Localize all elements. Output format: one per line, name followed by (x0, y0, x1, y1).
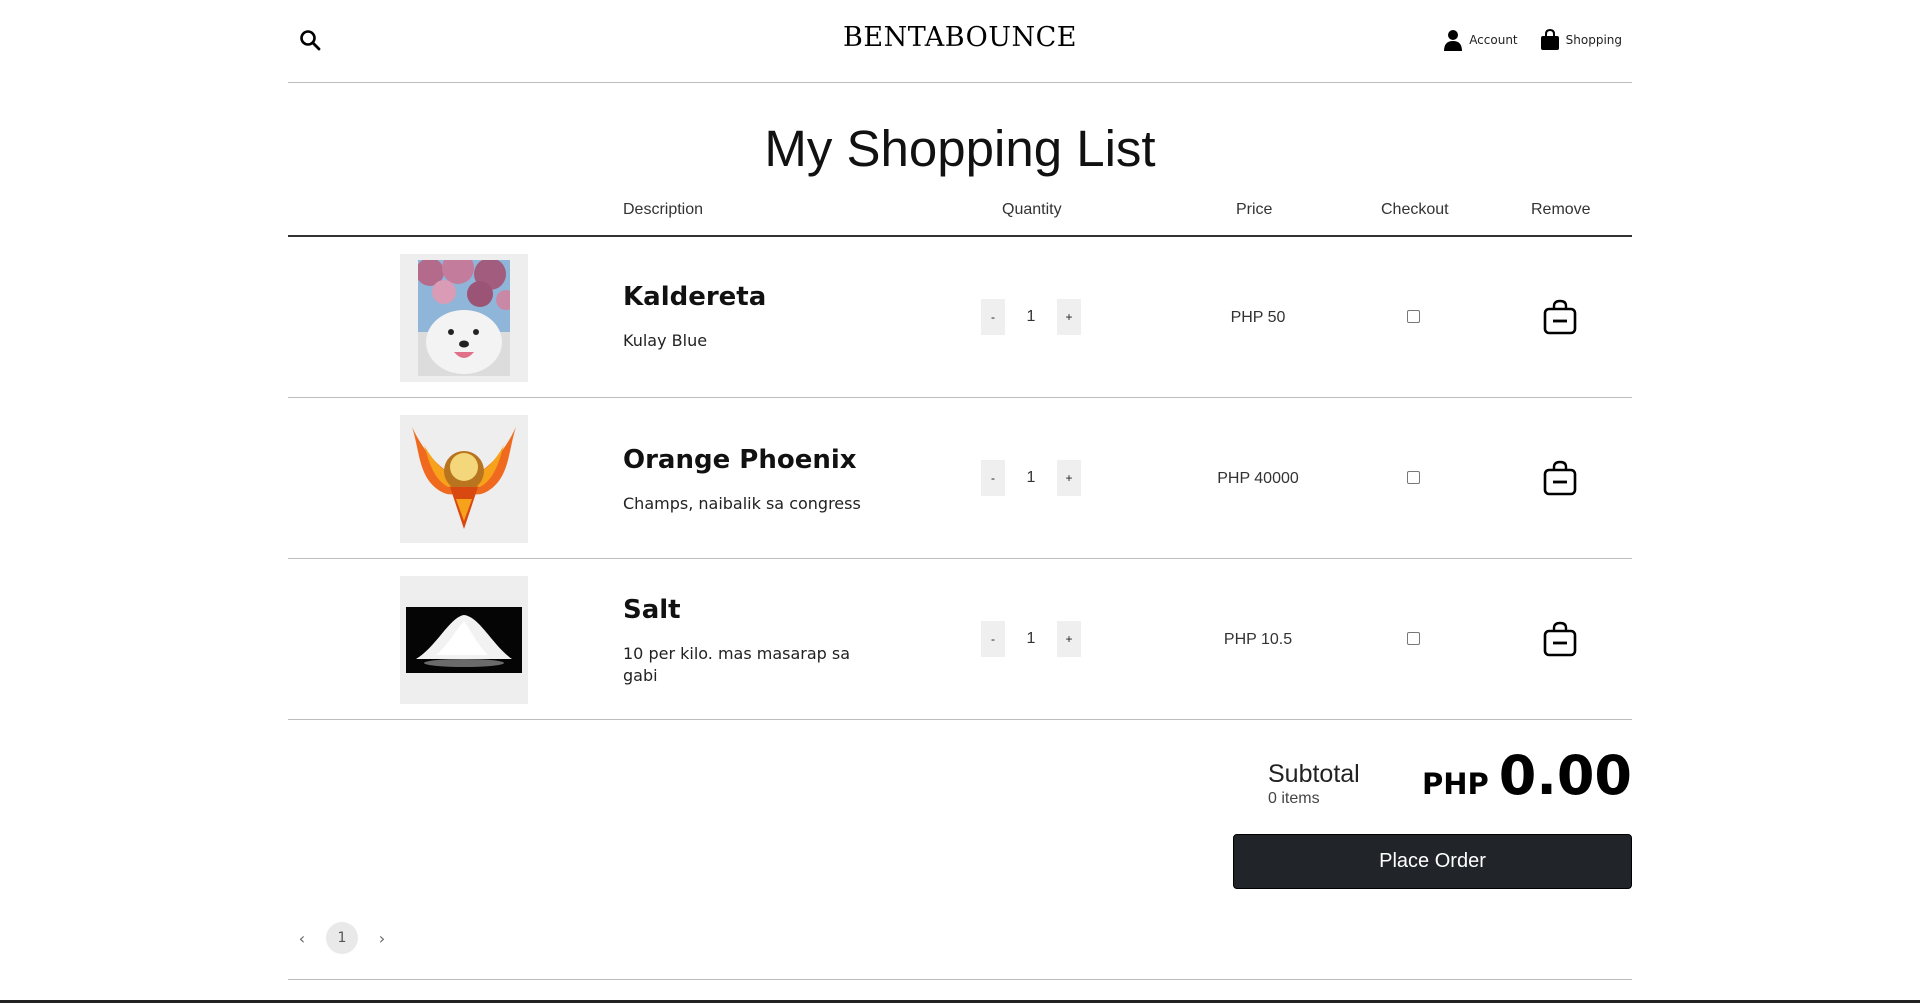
column-checkout: Checkout (1381, 201, 1449, 218)
top-navbar: BENTABOUNCE Account Shopping (288, 0, 1632, 83)
amount-value: 0.00 (1498, 744, 1632, 807)
item-description: Kaldereta Kulay Blue (623, 282, 863, 352)
column-description: Description (623, 201, 704, 218)
quantity-stepper: - 1 + (981, 621, 1081, 657)
increase-button[interactable]: + (1057, 621, 1081, 657)
table-header: Description Quantity Price Checkout Remo… (288, 193, 1632, 237)
product-image (400, 254, 528, 382)
quantity-stepper: - 1 + (981, 460, 1081, 496)
order-summary: Subtotal 0 items PHP 0.00 Place Order (288, 720, 1632, 930)
items-count: 0 items (1268, 790, 1320, 807)
item-variant: Champs, naibalik sa congress (623, 494, 861, 513)
pagination: ‹ 1 › (288, 922, 396, 954)
page-title: My Shopping List (764, 120, 1156, 177)
column-quantity: Quantity (1002, 201, 1062, 218)
product-image (400, 576, 528, 704)
decrease-button[interactable]: - (981, 299, 1005, 335)
remove-bag-icon[interactable] (1540, 619, 1580, 659)
column-remove: Remove (1531, 201, 1591, 218)
remove-bag-icon[interactable] (1540, 458, 1580, 498)
samoyed-dog-photo (418, 260, 510, 376)
quantity-value: 1 (1026, 469, 1036, 486)
page-number[interactable]: 1 (326, 922, 358, 954)
item-price: PHP 10.5 (1223, 631, 1293, 648)
product-image (400, 415, 528, 543)
nav-right: Account Shopping (1443, 29, 1622, 51)
shopping-link[interactable]: Shopping (1540, 29, 1622, 51)
table-row: Salt 10 per kilo. mas masarap sa gabi - … (288, 559, 1632, 720)
item-name[interactable]: Orange Phoenix (623, 445, 863, 475)
quantity-stepper: - 1 + (981, 299, 1081, 335)
item-description: Orange Phoenix Champs, naibalik sa congr… (623, 445, 863, 515)
account-label: Account (1469, 33, 1518, 47)
subtotal-label: Subtotal (1268, 760, 1360, 788)
increase-button[interactable]: + (1057, 299, 1081, 335)
shopping-label: Shopping (1565, 33, 1622, 47)
next-page-button[interactable]: › (368, 924, 396, 952)
item-price: PHP 50 (1230, 309, 1286, 326)
decrease-button[interactable]: - (981, 460, 1005, 496)
checkout-checkbox[interactable] (1407, 632, 1420, 645)
brand-name[interactable]: BENTABOUNCE (843, 22, 1077, 53)
table-row: Kaldereta Kulay Blue - 1 + PHP 50 (288, 237, 1632, 398)
prev-page-button[interactable]: ‹ (288, 924, 316, 952)
user-icon (1443, 29, 1463, 51)
column-price: Price (1236, 201, 1273, 218)
table-row: Orange Phoenix Champs, naibalik sa congr… (288, 398, 1632, 559)
shopping-bag-icon (1540, 29, 1560, 51)
subtotal-amount: PHP 0.00 (1422, 744, 1632, 807)
salt-pile-photo (406, 607, 522, 673)
decrease-button[interactable]: - (981, 621, 1005, 657)
item-variant: 10 per kilo. mas masarap sa gabi (623, 644, 851, 685)
remove-bag-icon[interactable] (1540, 297, 1580, 337)
checkout-checkbox[interactable] (1407, 471, 1420, 484)
currency-label: PHP (1421, 767, 1489, 801)
increase-button[interactable]: + (1057, 460, 1081, 496)
footer-divider (288, 979, 1632, 980)
quantity-value: 1 (1026, 630, 1036, 647)
page-container: BENTABOUNCE Account Shopping My Shopping… (288, 0, 1632, 980)
quantity-value: 1 (1026, 308, 1036, 325)
account-link[interactable]: Account (1443, 29, 1518, 51)
item-name[interactable]: Salt (623, 595, 863, 625)
orange-phoenix-emblem (412, 427, 516, 529)
item-name[interactable]: Kaldereta (623, 282, 863, 312)
item-variant: Kulay Blue (623, 331, 708, 350)
place-order-button[interactable]: Place Order (1233, 834, 1632, 889)
brand-logo: BENTABOUNCE (288, 22, 1632, 53)
checkout-checkbox[interactable] (1407, 310, 1420, 323)
item-price: PHP 40000 (1217, 470, 1299, 487)
item-description: Salt 10 per kilo. mas masarap sa gabi (623, 595, 863, 687)
